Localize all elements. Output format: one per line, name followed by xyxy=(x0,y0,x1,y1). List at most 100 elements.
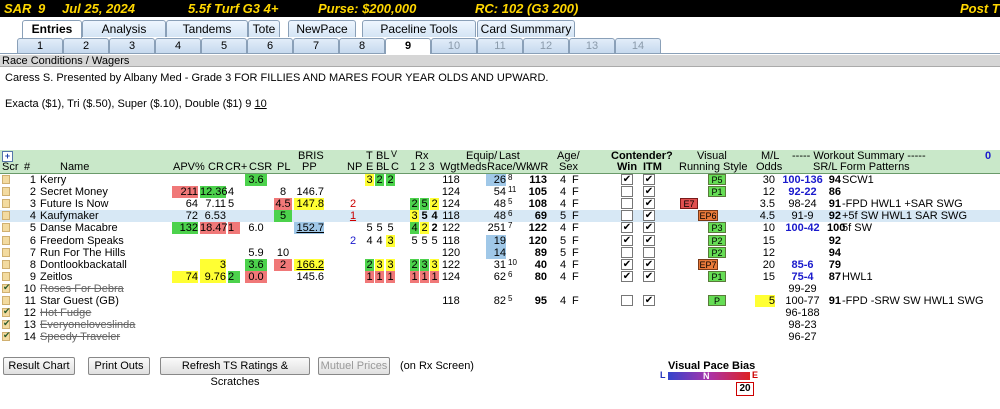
entry-row[interactable]: 4 Kaufymaker 72 6.53 5 1 3 5 4 118 48 6 69 5 F 4.5 91-9 9… xyxy=(0,209,1000,223)
scratch-checkbox[interactable] xyxy=(2,306,11,318)
entry-row[interactable]: 1 Kerry 3.6 3 2 2 118 26 8 113 4 F 30 100-136 94 SCW1 ✔ ✔… xyxy=(0,173,1000,186)
col-crplus[interactable]: CR+ xyxy=(225,162,247,173)
contender-itm-checkbox[interactable]: ✔ xyxy=(643,198,655,210)
cell-name[interactable]: Future Is Now xyxy=(40,198,160,210)
contender-win-checkbox[interactable]: ✔ xyxy=(621,258,633,270)
race-tab-7[interactable]: 7 xyxy=(293,38,339,53)
cell-name[interactable]: Kerry xyxy=(40,174,160,186)
tab-tote[interactable]: Tote xyxy=(248,20,280,37)
race-tab-6[interactable]: 6 xyxy=(247,38,293,53)
entry-row[interactable]: 3 Future Is Now 64 7.11 5 4.5 147.8 2 2 5 2 124 48 5 1… xyxy=(0,197,1000,211)
scratch-checkbox[interactable] xyxy=(2,211,10,221)
contender-win-checkbox[interactable]: ✔ xyxy=(621,270,633,282)
col-c[interactable]: C xyxy=(391,162,399,173)
col-l[interactable]: L xyxy=(383,162,389,173)
scratch-checkbox[interactable] xyxy=(2,330,11,342)
scratch-checkbox[interactable] xyxy=(2,199,10,209)
col-running-style[interactable]: Running Style xyxy=(679,162,748,173)
contender-win-checkbox[interactable] xyxy=(621,198,633,210)
race-tab-3[interactable]: 3 xyxy=(109,38,155,53)
cell-name[interactable]: Zeitlos xyxy=(40,271,160,283)
scratch-checkbox[interactable] xyxy=(2,223,10,233)
contender-itm-checkbox[interactable]: ✔ xyxy=(643,174,655,185)
col-name[interactable]: Name xyxy=(60,162,89,173)
race-tab-13[interactable]: 13 xyxy=(569,38,615,53)
col-scr[interactable]: Scr xyxy=(2,162,19,173)
race-tab-10[interactable]: 10 xyxy=(431,38,477,53)
col-wr[interactable]: WR xyxy=(530,162,548,173)
cell-name[interactable]: Dontlookbackatall xyxy=(40,259,160,271)
contender-win-checkbox[interactable] xyxy=(621,295,633,306)
contender-itm-checkbox[interactable]: ✔ xyxy=(643,186,655,198)
tab-paceline-tools[interactable]: Paceline Tools xyxy=(362,20,476,37)
col-form-patterns[interactable]: Form Patterns xyxy=(840,162,910,173)
cell-name[interactable]: Freedom Speaks xyxy=(40,235,160,247)
col-srl[interactable]: SR/L xyxy=(813,162,837,173)
cell-name[interactable]: Kaufymaker xyxy=(40,210,160,222)
tab-tandems[interactable]: Tandems xyxy=(166,20,248,37)
race-tab-12[interactable]: 12 xyxy=(523,38,569,53)
col-num[interactable]: # xyxy=(24,162,30,173)
contender-itm-checkbox[interactable]: ✔ xyxy=(643,295,655,306)
entry-row[interactable]: 2 Secret Money 211 12.36 4 8 146.7 124 54 11 105 4 F… xyxy=(0,185,1000,199)
col-odds[interactable]: Odds xyxy=(756,162,782,173)
race-tab-2[interactable]: 2 xyxy=(63,38,109,53)
tab-entries[interactable]: Entries xyxy=(22,20,82,38)
entry-row[interactable]: 14 Speedy Traveler 96-27 xyxy=(0,330,1000,343)
entry-row[interactable]: 7 Run For The Hills 5.9 10 120 14 89 5 F 12 94 P2 xyxy=(0,246,1000,259)
race-tab-11[interactable]: 11 xyxy=(477,38,523,53)
contender-win-checkbox[interactable] xyxy=(621,210,633,222)
entry-row[interactable]: 10 Roses For Debra 99-29 xyxy=(0,282,1000,295)
contender-win-checkbox[interactable]: ✔ xyxy=(621,222,633,234)
contender-itm-checkbox[interactable]: ✔ xyxy=(643,270,655,282)
tab-card-summary[interactable]: Card Summmary xyxy=(477,20,575,37)
entry-row[interactable]: 9 Zeitlos 74 9.76 2 0.0 145.6 1 1 1 1 1 1 124 62 6 80 4 F 1… xyxy=(0,270,1000,283)
contender-win-checkbox[interactable]: ✔ xyxy=(621,234,633,246)
col-np[interactable]: NP xyxy=(347,162,362,173)
print-outs-button[interactable]: Print Outs xyxy=(88,357,150,375)
cell-name[interactable]: Danse Macabre xyxy=(40,222,160,234)
col-cr[interactable]: CR xyxy=(208,162,224,173)
result-chart-button[interactable]: Result Chart xyxy=(3,357,75,375)
cell-name[interactable]: Roses For Debra xyxy=(40,283,160,295)
col-apv[interactable]: APV% xyxy=(173,162,205,173)
cell-name[interactable]: Run For The Hills xyxy=(40,247,160,259)
scratch-checkbox[interactable] xyxy=(2,296,10,305)
race-tab-8[interactable]: 8 xyxy=(339,38,385,53)
col-e[interactable]: E xyxy=(366,162,373,173)
cell-name[interactable]: Everyoneloveslinda xyxy=(40,319,160,331)
race-tab-9[interactable]: 9 xyxy=(385,38,431,54)
cell-name[interactable]: Secret Money xyxy=(40,186,160,198)
scratch-checkbox[interactable] xyxy=(2,318,11,330)
wagers-link[interactable]: 10 xyxy=(254,98,266,110)
entry-row[interactable]: 11 Star Guest (GB) 118 82 5 95 4 F 5 100-77 91 -FPD… xyxy=(0,294,1000,307)
col-win[interactable]: Win xyxy=(617,162,637,173)
contender-win-checkbox[interactable] xyxy=(621,186,633,198)
col-csr[interactable]: CSR xyxy=(249,162,272,173)
contender-itm-checkbox[interactable]: ✔ xyxy=(643,222,655,234)
contender-itm-checkbox[interactable]: ✔ xyxy=(643,210,655,222)
cell-name[interactable]: Hot Fudge xyxy=(40,307,160,319)
scratch-checkbox[interactable] xyxy=(2,247,10,257)
refresh-ts-ratings-button[interactable]: Refresh TS Ratings & Scratches xyxy=(160,357,310,388)
entry-row[interactable]: 13 Everyoneloveslinda 98-23 xyxy=(0,318,1000,331)
col-itm[interactable]: ITM xyxy=(643,162,662,173)
col-meds[interactable]: Meds xyxy=(460,162,487,173)
col-v[interactable]: V xyxy=(391,149,397,160)
col-wgt[interactable]: Wgt xyxy=(440,162,460,173)
race-tab-5[interactable]: 5 xyxy=(201,38,247,53)
entry-row[interactable]: 5 Danse Macabre 132 18.47 1 6.0 152.7 5 5 5 4 2 2 122… xyxy=(0,221,1000,235)
cell-name[interactable]: Speedy Traveler xyxy=(40,331,160,343)
cell-name[interactable]: Star Guest (GB) xyxy=(40,295,160,307)
scratch-checkbox[interactable] xyxy=(2,175,10,184)
mutuel-prices-button[interactable]: Mutuel Prices xyxy=(318,357,390,375)
scratch-checkbox[interactable] xyxy=(2,282,11,293)
tab-analysis[interactable]: Analysis xyxy=(82,20,166,37)
contender-itm-checkbox[interactable]: ✔ xyxy=(643,258,655,270)
entry-row[interactable]: 8 Dontlookbackatall 3 3.6 2 166.2 2 3 3 2 3 3 122 31 1… xyxy=(0,258,1000,271)
col-pl[interactable]: PL xyxy=(277,162,290,173)
entry-row[interactable]: 6 Freedom Speaks 2 4 4 3 5 5 5 118 19 120 5 F 15 92 ✔ ✔ P2 xyxy=(0,234,1000,247)
race-tab-4[interactable]: 4 xyxy=(155,38,201,53)
contender-win-checkbox[interactable]: ✔ xyxy=(621,174,633,185)
contender-itm-checkbox[interactable]: ✔ xyxy=(643,234,655,246)
